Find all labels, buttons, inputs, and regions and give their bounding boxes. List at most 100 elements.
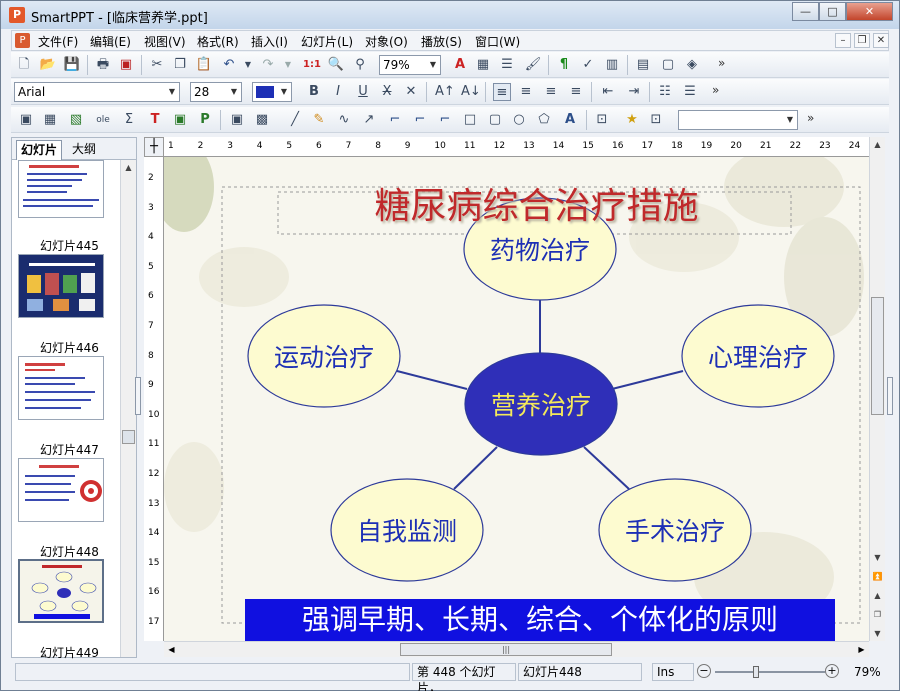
ole-object-icon[interactable]: ole — [94, 111, 112, 129]
slide-vertical-scrollbar[interactable]: ▲ ▼ ⏫ ▲ ❐ ▼ — [869, 137, 885, 641]
slide-thumbnail[interactable] — [18, 160, 104, 218]
zoom-icon[interactable]: ⚲ — [351, 56, 369, 74]
ungroup-icon[interactable]: ▩ — [253, 111, 271, 129]
mdi-minimize-button[interactable]: – — [835, 33, 851, 48]
slide-canvas[interactable]: 糖尿病综合治疗措施 药物治疗 运动治疗 心理治疗 营养治疗 自我监测 手术治疗 … — [164, 157, 869, 641]
justify-icon[interactable]: ≡ — [567, 83, 585, 101]
scroll-thumb[interactable] — [122, 430, 135, 444]
next-slide-icon[interactable]: ▼ — [870, 626, 885, 641]
print-icon[interactable]: 🖶 — [94, 56, 112, 74]
clear-format-icon[interactable]: ✕ — [402, 83, 420, 101]
rounded-rectangle-icon[interactable]: ▢ — [486, 111, 504, 129]
bullet-list-icon[interactable]: ☷ — [656, 83, 674, 101]
paste-icon[interactable]: 📋 — [195, 56, 213, 74]
more-toolbar-icon[interactable]: » — [712, 83, 719, 97]
group-icon[interactable]: ▣ — [228, 111, 246, 129]
shapes-icon[interactable]: ⬠ — [535, 111, 553, 129]
zoom-slider-thumb[interactable] — [753, 666, 759, 678]
star-icon[interactable]: ★ — [623, 111, 641, 129]
node-surgery[interactable]: 手术治疗 — [599, 512, 751, 548]
numbered-list-icon[interactable]: ☰ — [681, 83, 699, 101]
new-file-icon[interactable]: 🗋 — [15, 56, 33, 74]
select-frame-icon[interactable]: ▣ — [17, 111, 35, 129]
wordart-icon[interactable]: A — [561, 111, 579, 129]
list-icon[interactable]: ☰ — [498, 56, 516, 74]
rectangle-tool-icon[interactable]: □ — [461, 111, 479, 129]
align-left-icon[interactable]: ≡ — [493, 83, 511, 101]
redo-icon[interactable]: ↷ — [259, 56, 277, 74]
paragraph-mark-icon[interactable]: ¶ — [555, 56, 573, 74]
elbow-connector-icon[interactable]: ⌐ — [411, 111, 429, 129]
paragraph-frame-icon[interactable]: P — [196, 111, 214, 129]
slide-thumbnail[interactable] — [18, 458, 104, 522]
outdent-icon[interactable]: ⇤ — [599, 83, 617, 101]
principle-banner[interactable]: 强调早期、长期、综合、个体化的原则 — [245, 599, 835, 641]
close-button[interactable]: ✕ — [846, 2, 893, 21]
increase-font-icon[interactable]: A↑ — [435, 83, 455, 101]
zoom-select[interactable]: 79% ▼ — [379, 55, 441, 75]
spell-check-icon[interactable]: ✓ — [579, 56, 597, 74]
font-select[interactable]: Arial ▼ — [14, 82, 180, 102]
formula-icon[interactable]: Σ — [120, 111, 138, 129]
stack-icon[interactable]: ◈ — [683, 56, 701, 74]
scroll-thumb[interactable]: ||| — [400, 643, 612, 656]
slide-title[interactable]: 糖尿病综合治疗措施 — [282, 183, 791, 233]
page-icon[interactable]: ▢ — [659, 56, 677, 74]
menu-object[interactable]: 对象(O) — [365, 33, 408, 50]
menu-file[interactable]: 文件(F) — [38, 33, 78, 50]
menu-slide[interactable]: 幻灯片(L) — [301, 33, 353, 50]
slide-thumbnail-selected[interactable] — [18, 559, 104, 623]
maximize-button[interactable]: □ — [819, 2, 846, 21]
italic-icon[interactable]: I — [329, 83, 347, 101]
menu-insert[interactable]: 插入(I) — [251, 33, 288, 50]
node-psychology[interactable]: 心理治疗 — [682, 338, 834, 374]
shape-frame-icon[interactable]: ▣ — [171, 111, 189, 129]
menu-format[interactable]: 格式(R) — [197, 33, 239, 50]
decrease-font-icon[interactable]: A↓ — [461, 83, 481, 101]
scroll-up-icon[interactable]: ▲ — [870, 137, 885, 152]
more-toolbar-icon[interactable]: » — [807, 111, 814, 125]
previous-slide-icon[interactable]: ▲ — [870, 588, 885, 603]
template-icon[interactable]: ▤ — [634, 56, 652, 74]
redo-dropdown-icon[interactable]: ▼ — [279, 56, 297, 74]
font-color-select[interactable]: ▼ — [252, 82, 292, 102]
minimize-button[interactable]: — — [792, 2, 819, 21]
bold-icon[interactable]: B — [305, 83, 323, 101]
node-medication[interactable]: 药物治疗 — [464, 231, 616, 267]
undo-dropdown-icon[interactable]: ▼ — [239, 56, 257, 74]
zoom-in-icon[interactable]: + — [825, 664, 839, 678]
crop-icon[interactable]: ⊡ — [593, 111, 611, 129]
scroll-down-icon[interactable]: ▼ — [870, 550, 885, 565]
zoom-slider[interactable] — [715, 666, 825, 678]
scroll-left-icon[interactable]: ◀ — [164, 642, 179, 657]
font-size-select[interactable]: 28 ▼ — [190, 82, 242, 102]
arrow-tool-icon[interactable]: ↗ — [360, 111, 378, 129]
mdi-close-button[interactable]: ✕ — [873, 33, 889, 48]
mdi-restore-button[interactable]: ❐ — [854, 33, 870, 48]
format-painter-icon[interactable]: 🖌 — [524, 56, 542, 74]
image-icon[interactable]: ▧ — [67, 111, 85, 129]
text-box-icon[interactable]: T — [146, 111, 164, 129]
slide-view-icon[interactable]: ❐ — [870, 607, 885, 622]
undo-icon[interactable]: ↶ — [220, 56, 238, 74]
grid-icon[interactable]: ▦ — [41, 111, 59, 129]
zoom-out-icon[interactable]: − — [697, 664, 711, 678]
slide-thumbnail[interactable] — [18, 254, 104, 318]
zoom-fit-icon[interactable]: 🔍 — [327, 56, 345, 74]
indent-icon[interactable]: ⇥ — [625, 83, 643, 101]
align-center-icon[interactable]: ≡ — [517, 83, 535, 101]
menu-play[interactable]: 播放(S) — [421, 33, 462, 50]
right-splitter-handle[interactable] — [887, 377, 893, 415]
text-style-icon[interactable]: A — [451, 56, 469, 74]
curve-tool-icon[interactable]: ∿ — [335, 111, 353, 129]
underline-icon[interactable]: U — [354, 83, 372, 101]
actual-size-icon[interactable]: 1:1 — [303, 56, 321, 74]
copy-icon[interactable]: ❐ — [171, 56, 189, 74]
vertical-ruler[interactable]: 2 3 4 5 6 7 8 9 10 11 12 13 14 15 16 17 — [144, 157, 164, 641]
pdf-export-icon[interactable]: ▣ — [117, 56, 135, 74]
cut-icon[interactable]: ✂ — [148, 56, 166, 74]
scroll-thumb[interactable] — [871, 297, 884, 415]
curved-connector-icon[interactable]: ⌐ — [436, 111, 454, 129]
menu-view[interactable]: 视图(V) — [144, 33, 186, 50]
align-right-icon[interactable]: ≡ — [542, 83, 560, 101]
